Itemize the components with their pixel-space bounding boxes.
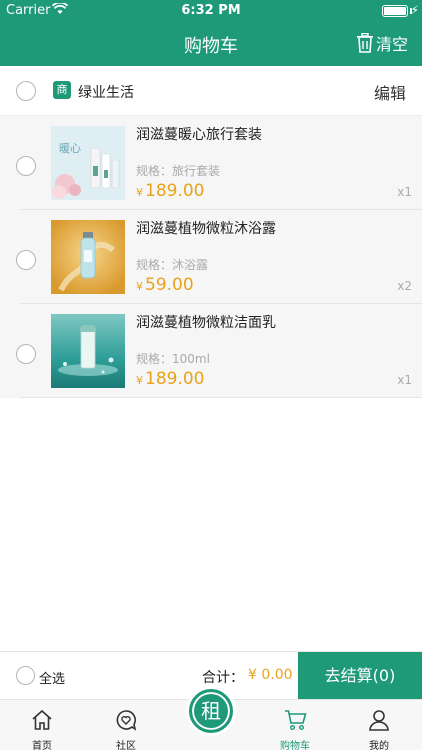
tab-home[interactable]: 首页 (0, 700, 84, 750)
item-name: 润滋蔓植物微粒洁面乳 (136, 315, 276, 331)
item-name: 润滋蔓植物微粒沐浴露 (136, 221, 276, 237)
tab-label: 我的 (369, 741, 389, 750)
cart-icon (285, 710, 307, 731)
user-icon (369, 710, 389, 731)
tab-cart[interactable]: 购物车 (253, 700, 337, 750)
status-bar: Carrier 6:32 PM ⚡ (0, 0, 422, 22)
battery-icon (382, 5, 408, 17)
charging-icon: ⚡ (410, 3, 419, 17)
select-all-label[interactable]: 全选 (39, 668, 65, 687)
product-image (51, 220, 125, 294)
cart-item[interactable]: 暖心 润滋蔓暖心旅行套装 规格：旅行套装 ¥189.00 x1 (0, 116, 422, 210)
item-spec: 规格：100ml (136, 352, 210, 366)
product-image-label: 暖心 (59, 142, 81, 155)
product-image (51, 314, 125, 388)
tab-bar: 首页 社区 租 购物车 我的 (0, 686, 422, 750)
tab-mine[interactable]: 我的 (337, 700, 421, 750)
home-icon (32, 709, 52, 730)
status-time: 6:32 PM (181, 3, 241, 18)
total-label: 合计： (202, 670, 244, 686)
store-select-radio[interactable] (16, 81, 36, 101)
item-quantity: x1 (397, 373, 412, 387)
store-badge: 商 (53, 81, 71, 99)
app-header: Carrier 6:32 PM ⚡ 购物车 清空 (0, 0, 422, 66)
item-price: ¥189.00 (136, 369, 204, 389)
item-spec: 规格：沐浴露 (136, 258, 209, 272)
item-name: 润滋蔓暖心旅行套装 (136, 127, 262, 143)
item-select-radio[interactable] (16, 250, 36, 270)
item-price: ¥59.00 (136, 275, 194, 295)
tab-community[interactable]: 社区 (84, 700, 168, 750)
currency-symbol: ¥ (136, 186, 143, 199)
tab-label: 首页 (32, 741, 52, 750)
edit-button[interactable]: 编辑 (374, 80, 406, 104)
select-all-radio[interactable] (16, 666, 35, 685)
trash-icon (356, 32, 374, 53)
item-price-value: 189.00 (145, 369, 205, 389)
item-price-value: 59.00 (145, 275, 194, 295)
item-quantity: x1 (397, 185, 412, 199)
cart-item-list: 暖心 润滋蔓暖心旅行套装 规格：旅行套装 ¥189.00 x1 润滋蔓植物微粒沐… (0, 116, 422, 398)
currency-symbol: ¥ (136, 374, 143, 387)
clear-cart-button[interactable]: 清空 (356, 31, 408, 55)
item-price-value: 189.00 (145, 181, 205, 201)
cart-item[interactable]: 润滋蔓植物微粒洁面乳 规格：100ml ¥189.00 x1 (0, 304, 422, 398)
tab-label: 购物车 (280, 741, 310, 750)
product-image: 暖心 (51, 126, 125, 200)
item-price: ¥189.00 (136, 181, 204, 201)
item-select-radio[interactable] (16, 344, 36, 364)
store-name: 绿业生活 (78, 85, 134, 101)
tab-label: 社区 (116, 741, 136, 750)
cart-item[interactable]: 润滋蔓植物微粒沐浴露 规格：沐浴露 ¥59.00 x2 (0, 210, 422, 304)
item-divider (20, 397, 422, 398)
checkout-button[interactable]: 去结算(0) (298, 652, 422, 700)
total-value: ¥ 0.00 (248, 667, 293, 683)
clear-label: 清空 (375, 35, 408, 54)
currency-symbol: ¥ (136, 280, 143, 293)
center-rent-button[interactable]: 租 (186, 686, 236, 736)
community-icon (116, 710, 137, 731)
item-spec: 规格：旅行套装 (136, 164, 221, 178)
store-row: 商 绿业生活 编辑 (0, 66, 422, 116)
rent-glyph: 租 (189, 689, 233, 733)
item-quantity: x2 (397, 279, 412, 293)
item-select-radio[interactable] (16, 156, 36, 176)
